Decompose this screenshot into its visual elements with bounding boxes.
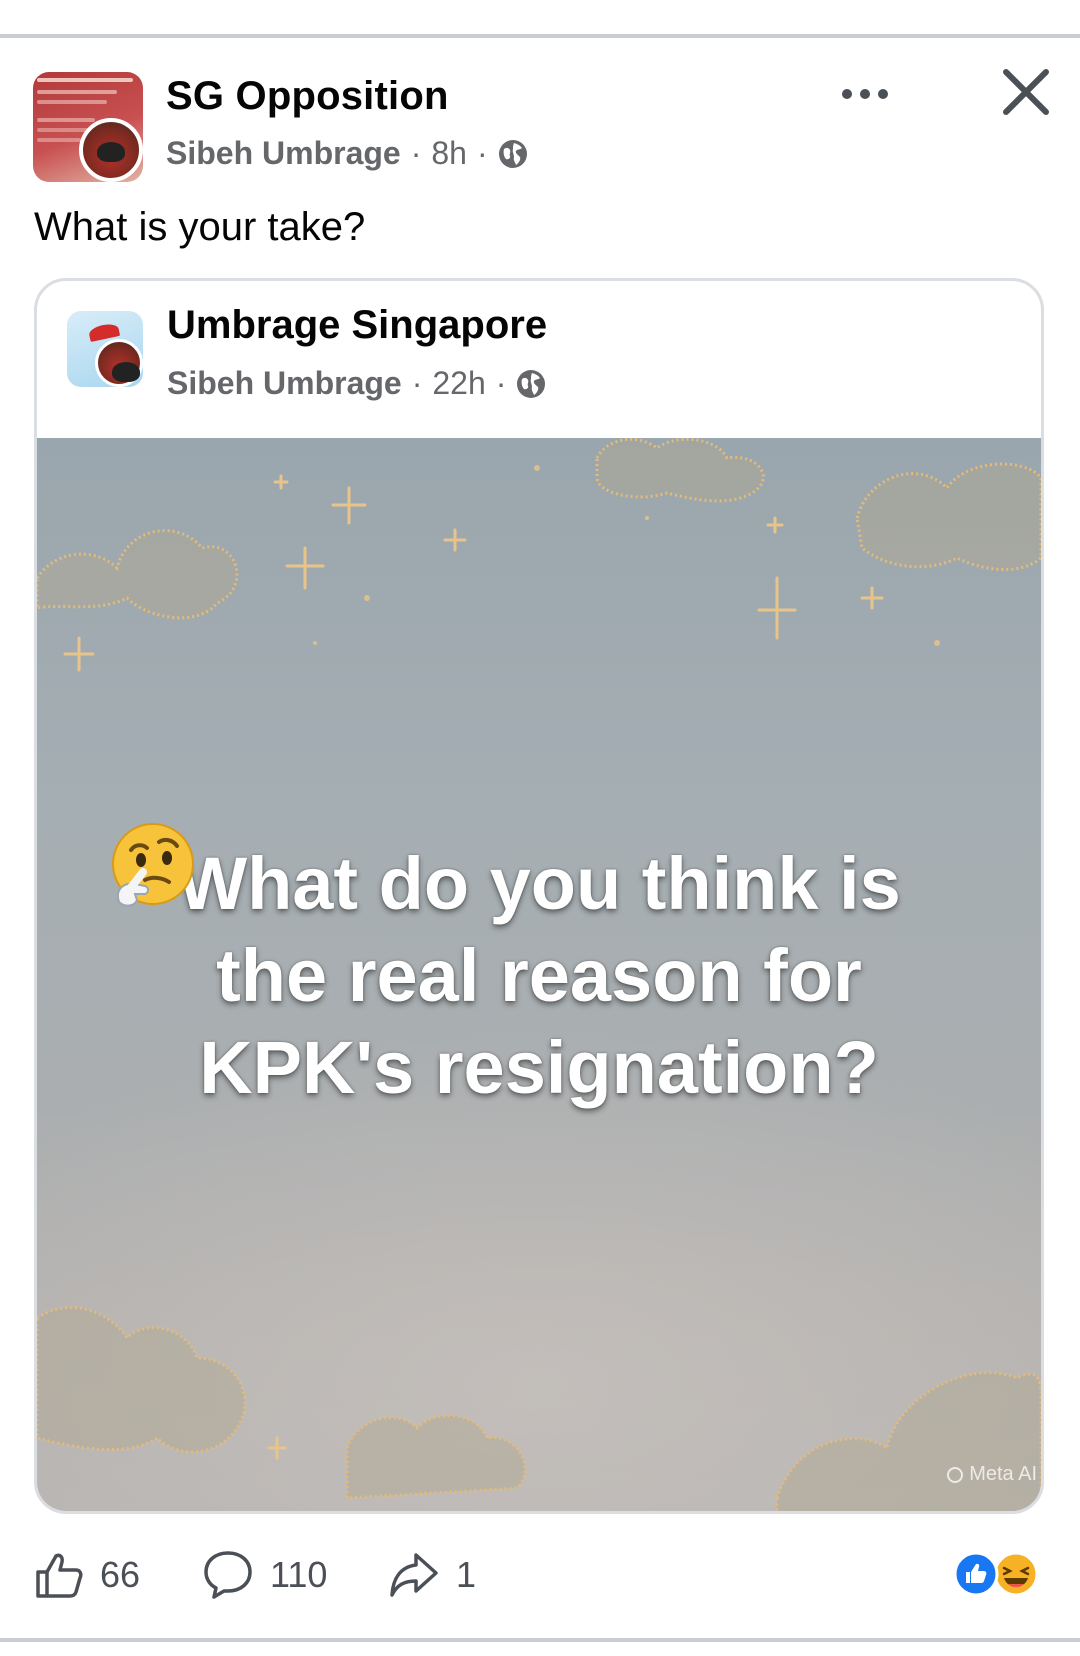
- top-divider: [0, 34, 1080, 38]
- globe-icon: [498, 139, 527, 168]
- post-author[interactable]: Sibeh Umbrage: [166, 135, 401, 172]
- shared-post-author[interactable]: Sibeh Umbrage: [167, 365, 402, 402]
- shared-post-image[interactable]: What do you think is the real reason for…: [37, 438, 1041, 1511]
- comment-button[interactable]: 110: [202, 1540, 327, 1610]
- like-button[interactable]: 66: [34, 1540, 140, 1610]
- more-dot: [860, 89, 870, 99]
- caption-line-3-text: KPK's resignation?: [199, 1026, 879, 1109]
- reactions-summary[interactable]: [952, 1550, 1042, 1598]
- like-icon: [36, 1553, 83, 1598]
- thinking-face-icon: [112, 823, 194, 907]
- meta-separator: ·: [411, 365, 423, 401]
- share-count: 1: [456, 1554, 477, 1595]
- group-avatar[interactable]: [33, 72, 143, 182]
- shared-page-avatar[interactable]: [67, 311, 143, 387]
- meta-separator: ·: [495, 365, 507, 401]
- caption-line-3: KPK's resignation?: [97, 823, 981, 1114]
- post-meta: Sibeh Umbrage · 8h ·: [166, 135, 528, 172]
- image-caption: What do you think is the real reason for…: [97, 823, 981, 1114]
- like-reaction-icon: [953, 1551, 999, 1597]
- comment-count: 110: [270, 1554, 328, 1595]
- more-dot: [842, 89, 852, 99]
- meta-ai-ring-icon: [947, 1466, 964, 1483]
- post-time[interactable]: 8h: [431, 135, 467, 172]
- group-avatar-profile: [79, 118, 143, 182]
- like-count: 66: [100, 1554, 141, 1595]
- shared-post-card[interactable]: Umbrage Singapore Sibeh Umbrage · 22h ·: [34, 278, 1044, 1514]
- meta-ai-watermark: Meta AI: [947, 1463, 1037, 1486]
- share-icon: [390, 1553, 438, 1597]
- haha-reaction-icon: [993, 1551, 1039, 1597]
- comment-icon: [204, 1551, 252, 1599]
- bottom-divider: [0, 1638, 1080, 1642]
- meta-ai-label: Meta AI: [969, 1463, 1037, 1485]
- close-icon[interactable]: [1000, 66, 1052, 118]
- share-button[interactable]: 1: [388, 1540, 476, 1610]
- shared-post-time[interactable]: 22h: [432, 365, 485, 402]
- shared-avatar-profile: [95, 339, 143, 387]
- globe-icon: [517, 369, 546, 398]
- post-text: What is your take?: [34, 205, 366, 249]
- caption-line-2: the real reason for: [216, 934, 862, 1017]
- meta-separator: ·: [476, 135, 488, 171]
- shared-post-meta: Sibeh Umbrage · 22h ·: [167, 365, 546, 402]
- shared-page-name[interactable]: Umbrage Singapore: [167, 303, 547, 348]
- action-bar: 66 110 1: [0, 1540, 1080, 1610]
- caption-line-1: What do you think is: [177, 842, 901, 925]
- group-name[interactable]: SG Opposition: [166, 74, 449, 119]
- more-dot: [878, 89, 888, 99]
- more-options-button[interactable]: [830, 72, 900, 116]
- meta-separator: ·: [410, 135, 422, 171]
